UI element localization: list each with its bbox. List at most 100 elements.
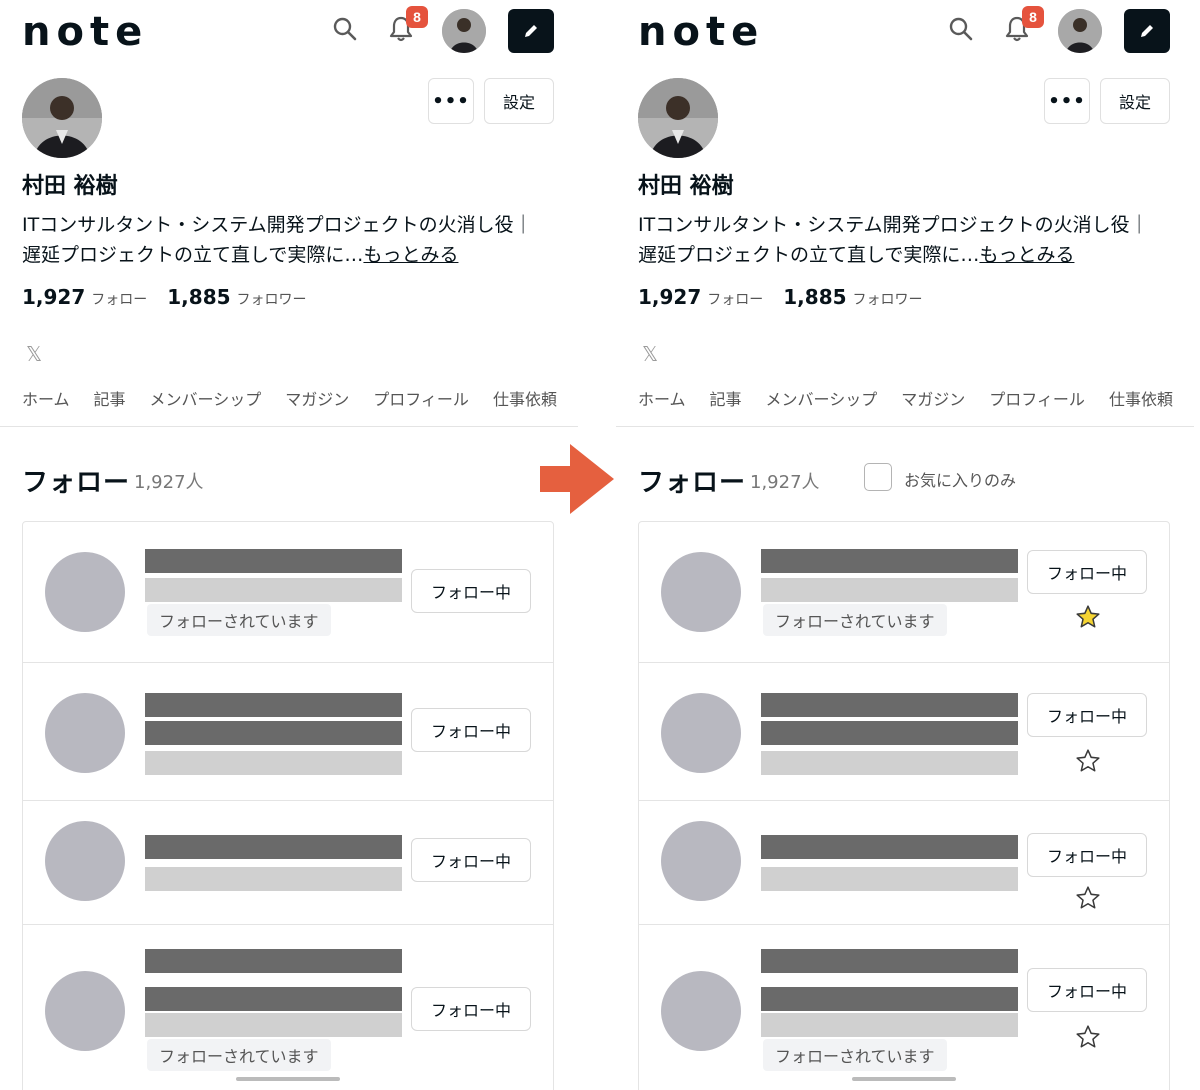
follow-section-title: フォロー [638,468,747,498]
tab-profile[interactable]: プロフィール [989,386,1085,410]
list-item: フォロー中 [639,801,1169,925]
bio-line-2: 遅延プロジェクトの立て直しで実際に… [638,244,980,266]
redacted-name [145,549,402,573]
favorite-star-outline-icon[interactable] [1075,885,1101,911]
app-header: note 8 [0,0,578,64]
favorites-only-label[interactable]: お気に入りのみ [904,467,1016,491]
favorites-only-checkbox[interactable] [864,463,892,491]
following-label[interactable]: フォロー [91,289,147,309]
followed-by-badge: フォローされています [763,1039,947,1071]
profile-bio: ITコンサルタント・システム開発プロジェクトの火消し役｜ 遅延プロジェクトの立て… [22,210,562,270]
tabs-divider [0,426,578,427]
following-list: フォローされています フォロー中 フォロー中 フォロー中 フォローされています … [22,521,554,1090]
tab-profile[interactable]: プロフィール [373,386,469,410]
settings-button[interactable]: 設定 [1100,78,1170,124]
follow-section-count: 1,927人 [750,472,820,493]
redacted-text [145,578,402,602]
note-logo[interactable]: note [22,8,148,56]
x-twitter-icon[interactable]: 𝕏 [642,342,658,366]
x-twitter-icon[interactable]: 𝕏 [26,342,42,366]
tab-articles[interactable]: 記事 [94,386,126,410]
redacted-name [761,835,1018,859]
user-avatar[interactable] [442,9,486,53]
tab-membership[interactable]: メンバーシップ [766,386,878,410]
tab-articles[interactable]: 記事 [710,386,742,410]
favorite-star-filled-icon[interactable] [1075,604,1101,630]
tab-home[interactable]: ホーム [22,386,70,410]
user-avatar[interactable] [45,552,125,632]
more-options-button[interactable]: ••• [1044,78,1090,124]
note-logo[interactable]: note [638,8,764,56]
redacted-text [761,987,1018,1011]
redacted-name [761,549,1018,573]
user-avatar[interactable] [45,693,125,773]
settings-button[interactable]: 設定 [484,78,554,124]
tab-work-request[interactable]: 仕事依頼 [493,386,557,410]
followers-label[interactable]: フォロワー [853,289,923,309]
list-item: フォロー中 [23,801,553,925]
redacted-name [145,835,402,859]
list-item: フォローされています フォロー中 [23,522,553,663]
bio-more-link[interactable]: もっとみる [363,244,458,266]
user-avatar[interactable] [45,821,125,901]
after-screen: note 8 ••• 設定 村田 裕樹 ITコンサルタント・システム開発プロジェ… [616,0,1194,1090]
user-avatar[interactable] [1058,9,1102,53]
redacted-text [145,721,402,745]
favorite-star-outline-icon[interactable] [1075,748,1101,774]
profile-avatar [22,78,102,158]
profile-avatar [638,78,718,158]
search-icon[interactable] [946,14,976,44]
following-button[interactable]: フォロー中 [411,838,531,882]
profile-tabs: ホーム 記事 メンバーシップ マガジン プロフィール 仕事依頼 [22,386,557,410]
search-icon[interactable] [330,14,360,44]
following-count[interactable]: 1,927 [22,285,85,309]
following-button[interactable]: フォロー中 [411,569,531,613]
tabs-divider [616,426,1194,427]
redacted-text [761,1013,1018,1037]
user-avatar[interactable] [661,971,741,1051]
tab-home[interactable]: ホーム [638,386,686,410]
redacted-text [761,751,1018,775]
more-options-button[interactable]: ••• [428,78,474,124]
redacted-text [145,987,402,1011]
bio-line-2: 遅延プロジェクトの立て直しで実際に… [22,244,364,266]
redacted-name [761,949,1018,973]
following-button[interactable]: フォロー中 [411,708,531,752]
followers-count[interactable]: 1,885 [167,285,230,309]
redacted-text [761,578,1018,602]
tab-magazine[interactable]: マガジン [901,386,965,410]
redacted-name [761,693,1018,717]
following-button[interactable]: フォロー中 [1027,968,1147,1012]
tab-membership[interactable]: メンバーシップ [150,386,262,410]
redacted-text [145,867,402,891]
bio-more-link[interactable]: もっとみる [979,244,1074,266]
user-avatar[interactable] [661,693,741,773]
redacted-name [145,949,402,973]
following-button[interactable]: フォロー中 [1027,833,1147,877]
following-button[interactable]: フォロー中 [411,987,531,1031]
redacted-text [761,867,1018,891]
post-pencil-icon[interactable] [1124,9,1170,53]
following-button[interactable]: フォロー中 [1027,693,1147,737]
followers-count[interactable]: 1,885 [783,285,846,309]
followers-label[interactable]: フォロワー [237,289,307,309]
follow-section-count: 1,927人 [134,472,204,493]
following-button[interactable]: フォロー中 [1027,550,1147,594]
home-indicator [236,1077,340,1081]
post-pencil-icon[interactable] [508,9,554,53]
following-label[interactable]: フォロー [707,289,763,309]
profile-name: 村田 裕樹 [22,174,118,199]
tab-work-request[interactable]: 仕事依頼 [1109,386,1173,410]
following-count[interactable]: 1,927 [638,285,701,309]
notification-badge: 8 [406,6,428,28]
list-item: フォロー中 [23,663,553,801]
follow-counts: 1,927 フォロー 1,885 フォロワー [638,285,923,309]
user-avatar[interactable] [661,552,741,632]
arrow-right-icon [540,444,614,514]
tab-magazine[interactable]: マガジン [285,386,349,410]
user-avatar[interactable] [45,971,125,1051]
redacted-text [145,1013,402,1037]
favorite-star-outline-icon[interactable] [1075,1024,1101,1050]
redacted-name [145,693,402,717]
user-avatar[interactable] [661,821,741,901]
